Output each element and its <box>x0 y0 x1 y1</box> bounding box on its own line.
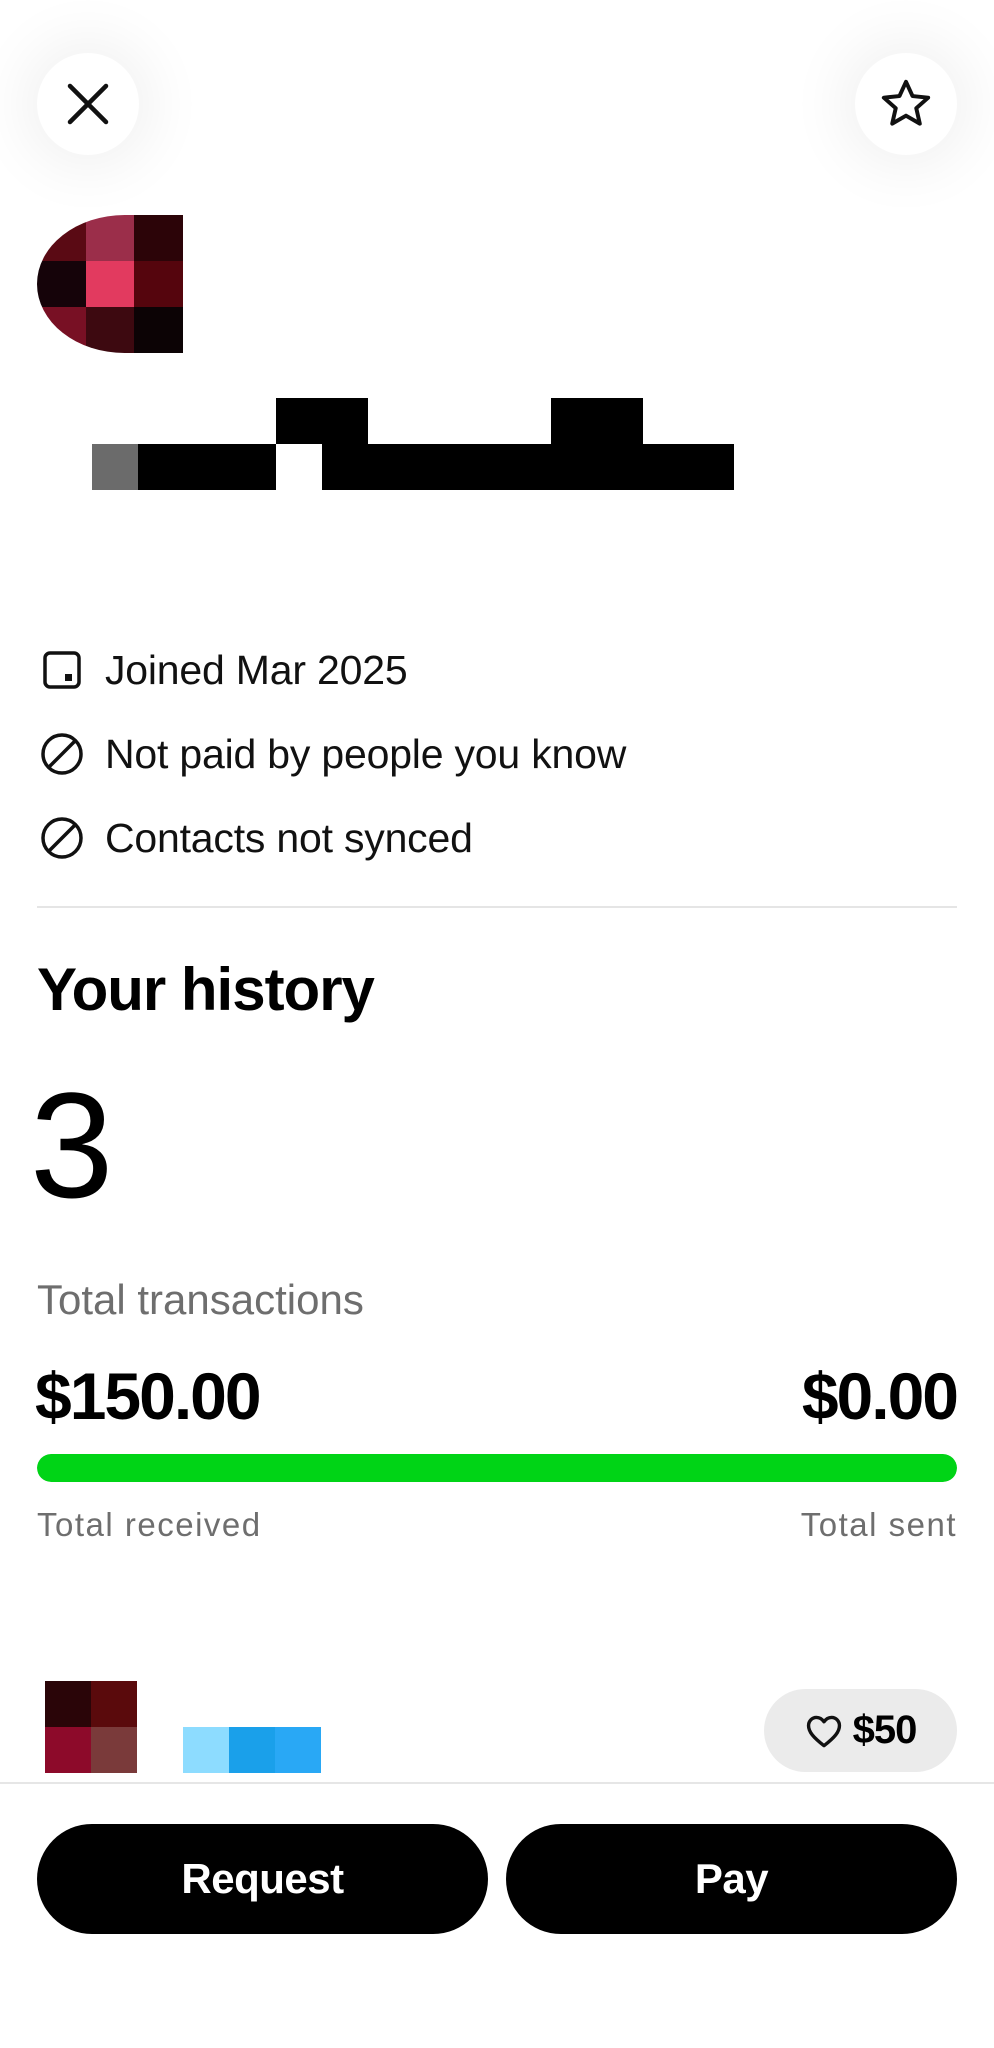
received-bar-fill <box>37 1454 957 1482</box>
like-amount: $50 <box>852 1708 918 1752</box>
transaction-avatar-tile <box>45 1727 91 1773</box>
transaction-avatar-tile <box>91 1681 137 1727</box>
total-received-label: Total received <box>37 1506 262 1543</box>
transaction-avatar-tile <box>91 1727 137 1773</box>
transaction-avatar-tile <box>45 1681 91 1727</box>
divider <box>37 906 957 908</box>
star-icon <box>881 79 931 126</box>
transaction-name-redacted <box>183 1727 321 1773</box>
block-icon <box>41 817 83 859</box>
calendar-icon <box>43 651 81 689</box>
heart-icon <box>806 1715 841 1747</box>
avatar-tile <box>37 261 86 307</box>
not-paid-row: Not paid by people you know <box>37 724 626 784</box>
pay-button[interactable]: Pay <box>506 1824 957 1934</box>
request-button[interactable]: Request <box>37 1824 488 1934</box>
history-title: Your history <box>37 956 375 1023</box>
total-sent-label: Total sent <box>800 1506 957 1543</box>
block-icon <box>41 733 83 775</box>
avatar-tile <box>85 261 135 307</box>
avatar-tile <box>134 307 183 353</box>
like-button[interactable]: $50 <box>764 1689 957 1772</box>
avatar-tile <box>37 307 86 353</box>
avatar-tile <box>85 215 135 261</box>
profile-name-redacted <box>92 398 734 490</box>
transaction-count-label: Total transactions <box>37 1276 364 1323</box>
avatar-tile <box>134 215 183 261</box>
joined-row: Joined Mar 2025 <box>37 640 408 700</box>
avatar-tile <box>134 261 183 307</box>
transaction-avatar <box>45 1681 137 1773</box>
joined-text: Joined Mar 2025 <box>105 646 408 693</box>
total-sent-amount: $0.00 <box>801 1359 959 1433</box>
received-sent-bar <box>37 1454 957 1482</box>
close-icon <box>67 83 109 125</box>
not-paid-text: Not paid by people you know <box>105 730 627 777</box>
contacts-text: Contacts not synced <box>105 814 473 861</box>
close-button[interactable] <box>37 53 139 155</box>
transaction-name-tile <box>183 1727 229 1773</box>
favorite-button[interactable] <box>855 53 957 155</box>
total-received-amount: $150.00 <box>35 1359 262 1433</box>
bottom-action-bar: Request Pay <box>0 1782 994 2048</box>
avatar-tile <box>85 307 135 353</box>
profile-page: Joined Mar 2025 Not paid by people you k… <box>0 0 994 2048</box>
transaction-name-tile <box>275 1727 321 1773</box>
avatar <box>37 215 183 353</box>
contacts-row: Contacts not synced <box>37 808 473 868</box>
transaction-name-tile <box>229 1727 275 1773</box>
transaction-count: 3 <box>30 1061 114 1229</box>
avatar-tile <box>37 215 86 261</box>
